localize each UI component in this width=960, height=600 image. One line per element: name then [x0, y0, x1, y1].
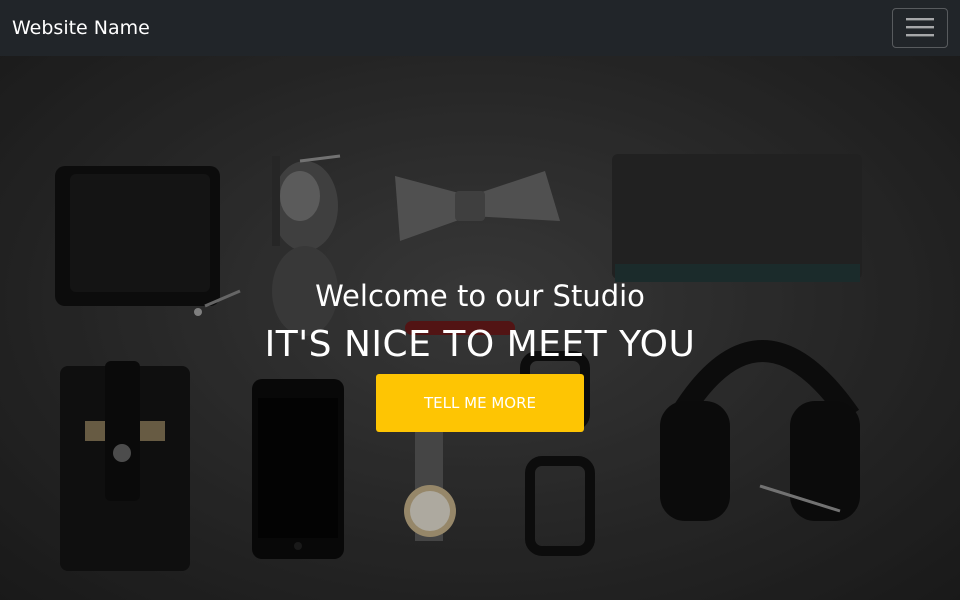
hero-heading: IT'S NICE TO MEET YOU: [264, 324, 696, 365]
hamburger-menu-icon: [906, 16, 934, 41]
hero-lead-text: Welcome to our Studio: [315, 279, 645, 313]
hero-content: Welcome to our Studio IT'S NICE TO MEET …: [0, 56, 960, 600]
navbar: Website Name: [0, 0, 960, 56]
tell-me-more-button[interactable]: TELL ME MORE: [376, 374, 584, 432]
hero-section: Welcome to our Studio IT'S NICE TO MEET …: [0, 56, 960, 600]
brand-link[interactable]: Website Name: [12, 17, 150, 39]
navbar-toggler-button[interactable]: [892, 8, 948, 48]
